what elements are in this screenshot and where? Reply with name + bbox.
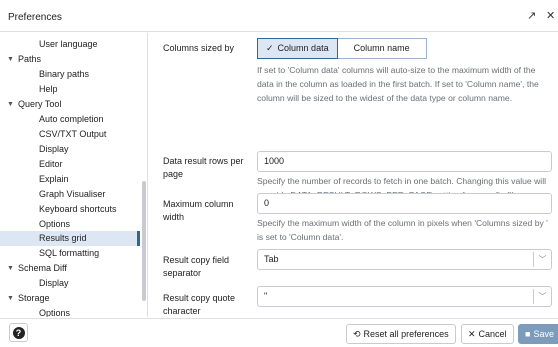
- tree-item-results-grid[interactable]: Results grid: [0, 231, 140, 246]
- chevron-down-icon[interactable]: ▼: [7, 291, 14, 306]
- tree-item-label: User language: [39, 39, 98, 49]
- column-name-label: Column name: [353, 43, 410, 53]
- tree-item-editor[interactable]: Editor: [0, 157, 140, 172]
- copy-quote-character-value: ": [264, 291, 268, 301]
- tree-item-sql-formatting[interactable]: SQL formatting: [0, 246, 140, 261]
- tree-item-auto-completion[interactable]: Auto completion: [0, 112, 140, 127]
- tree-item-binary-paths[interactable]: Binary paths: [0, 67, 140, 82]
- max-column-width-input[interactable]: 0: [257, 193, 552, 214]
- save-label: Save: [533, 329, 554, 339]
- columns-sized-by-toggle: ✓ Column data Column name: [257, 38, 427, 59]
- chevron-down-icon[interactable]: ▼: [7, 52, 14, 67]
- tree-item-label: Explain: [39, 174, 69, 184]
- tree-item-label: Query Tool: [18, 99, 62, 109]
- expand-icon[interactable]: ↗: [527, 9, 536, 22]
- tree-item-label: Binary paths: [39, 69, 90, 79]
- tree-item-paths[interactable]: ▼ Paths: [0, 52, 140, 67]
- tree-item-help[interactable]: Help: [0, 82, 140, 97]
- column-data-option[interactable]: ✓ Column data: [257, 38, 338, 59]
- tree-item-label: Help: [39, 84, 58, 94]
- cancel-button[interactable]: ✕ Cancel: [461, 324, 514, 344]
- tree-item-graph-visualiser[interactable]: Graph Visualiser: [0, 187, 140, 202]
- copy-field-separator-value: Tab: [264, 254, 279, 264]
- copy-quote-character-label: Result copy quote character: [163, 293, 236, 316]
- tree-item-label: Display: [39, 144, 69, 154]
- tree-item-label: Paths: [18, 54, 42, 64]
- tree-item-label: Display: [39, 278, 69, 288]
- preferences-form: Columns sized by ✓ Column data Column nam…: [149, 33, 558, 317]
- reset-icon: ⟲: [353, 329, 361, 339]
- tree-item-keyboard-shortcuts[interactable]: Keyboard shortcuts: [0, 202, 140, 217]
- preferences-tree: User language ▼ Paths Binary paths Help ▼…: [0, 33, 148, 317]
- tree-item-label: Storage: [18, 293, 50, 303]
- tree-item-explain[interactable]: Explain: [0, 172, 140, 187]
- tree-item-csv-txt-output[interactable]: CSV/TXT Output: [0, 127, 140, 142]
- title-bar: Preferences ↗ ✕: [0, 0, 558, 32]
- reset-all-preferences-button[interactable]: ⟲ Reset all preferences: [346, 324, 456, 344]
- tree-item-label: Schema Diff: [18, 263, 67, 273]
- copy-field-separator-select[interactable]: Tab ﹀: [257, 249, 552, 270]
- cancel-label: Cancel: [478, 329, 507, 339]
- tree-item-display[interactable]: Display: [0, 142, 140, 157]
- tree-item-label: CSV/TXT Output: [39, 129, 107, 139]
- window-title: Preferences: [8, 12, 62, 23]
- save-button[interactable]: ■ Save: [518, 324, 558, 344]
- tree-item-user-language[interactable]: User language: [0, 37, 140, 52]
- data-result-rows-input[interactable]: 1000: [257, 151, 552, 172]
- reset-label: Reset all preferences: [363, 329, 449, 339]
- tree-item-label: Options: [39, 308, 71, 317]
- tree-item-label: Keyboard shortcuts: [39, 204, 117, 214]
- copy-quote-character-select[interactable]: " ﹀: [257, 286, 552, 307]
- tree-item-options[interactable]: Options: [0, 217, 140, 232]
- tree-item-label: Graph Visualiser: [39, 189, 106, 199]
- tree-item-storage[interactable]: ▼ Storage: [0, 291, 140, 306]
- help-icon: ?: [12, 327, 25, 339]
- column-name-option[interactable]: Column name: [337, 38, 427, 59]
- sidebar-scrollbar[interactable]: [142, 181, 146, 301]
- tree-item-query-tool[interactable]: ▼ Query Tool: [0, 97, 140, 112]
- chevron-down-icon[interactable]: ▼: [7, 97, 14, 112]
- dialog-footer: ? ⟲ Reset all preferences ✕ Cancel ■ Save: [0, 318, 558, 347]
- columns-sized-by-help: If set to 'Column data' columns will aut…: [257, 65, 539, 103]
- tree-item-schema-diff[interactable]: ▼ Schema Diff: [0, 261, 140, 276]
- tree-item-label: SQL formatting: [39, 248, 100, 258]
- save-icon: ■: [525, 329, 531, 339]
- tree-item-label: Editor: [39, 159, 63, 169]
- close-icon[interactable]: ✕: [546, 9, 555, 22]
- copy-field-separator-label: Result copy field separator: [163, 255, 230, 278]
- max-column-width-label: Maximum column width: [163, 199, 234, 222]
- tree-item-label: Results grid: [39, 233, 87, 243]
- column-data-label: Column data: [277, 43, 329, 53]
- tree-item-label: Auto completion: [39, 114, 104, 124]
- chevron-down-icon[interactable]: ﹀: [533, 289, 551, 304]
- max-column-width-help: Specify the maximum width of the column …: [257, 218, 548, 242]
- tree-item-schema-diff-display[interactable]: Display: [0, 276, 140, 291]
- chevron-down-icon[interactable]: ▼: [7, 261, 14, 276]
- data-result-rows-label: Data result rows per page: [163, 156, 244, 179]
- tree-item-label: Options: [39, 219, 71, 229]
- tree-item-storage-options[interactable]: Options: [0, 306, 140, 317]
- check-icon: ✓: [266, 43, 274, 53]
- help-button[interactable]: ?: [9, 323, 28, 342]
- columns-sized-by-label: Columns sized by: [163, 43, 235, 53]
- close-icon: ✕: [468, 329, 476, 339]
- chevron-down-icon[interactable]: ﹀: [533, 252, 551, 267]
